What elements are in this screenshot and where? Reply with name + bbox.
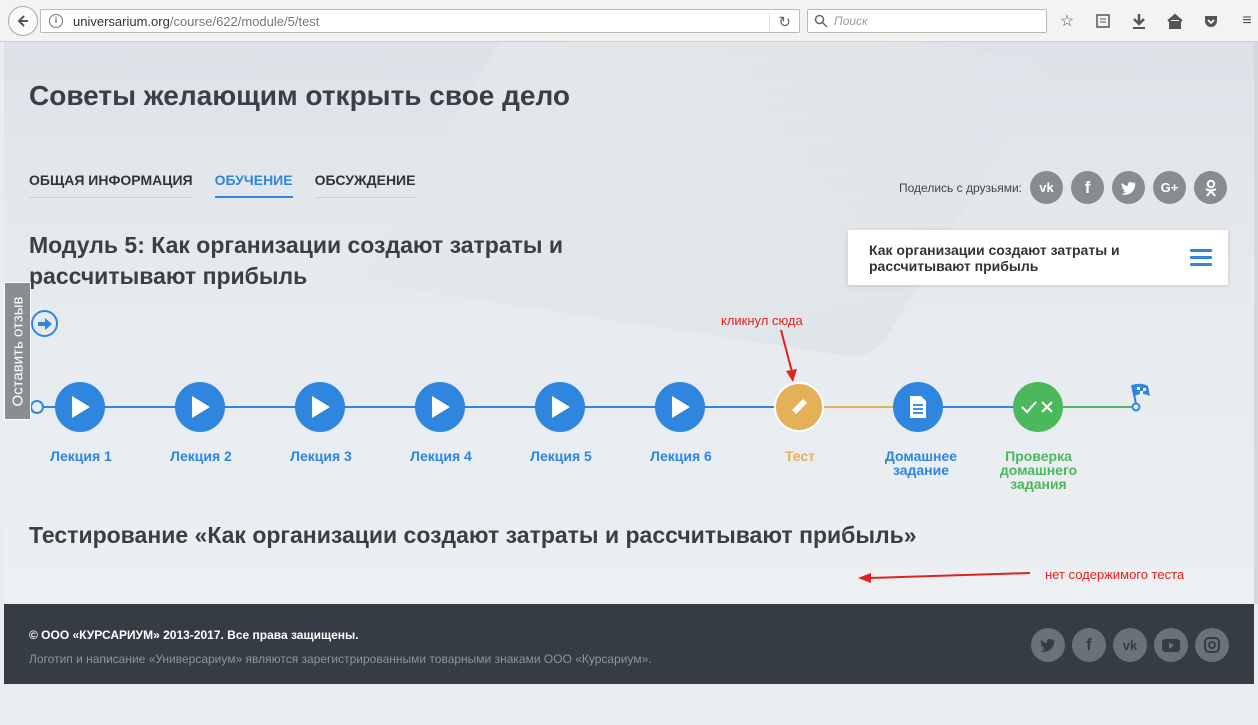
reader-list-icon[interactable] [1092, 11, 1114, 31]
pocket-icon[interactable] [1200, 11, 1222, 31]
odnoklassniki-icon[interactable] [1194, 171, 1228, 204]
footer-social-links: f vk [1031, 628, 1229, 662]
test-button[interactable] [774, 382, 824, 432]
vk-icon[interactable]: vk [1113, 628, 1147, 662]
homework-check-button[interactable] [1013, 382, 1063, 432]
info-icon[interactable]: i [49, 14, 63, 28]
lecture-5-button[interactable] [535, 382, 585, 432]
trademark-text: Логотип и написание «Универсариум» являю… [29, 652, 652, 666]
arrow-left-icon [17, 15, 28, 27]
homework-button[interactable] [893, 382, 943, 432]
address-bar[interactable]: i universarium.org/course/622/module/5/t… [40, 9, 800, 33]
timeline-start-dot [30, 400, 44, 414]
homework-label[interactable]: Домашнее задание [866, 449, 976, 477]
check-cross-icon [1021, 401, 1053, 414]
hamburger-menu-icon[interactable] [1190, 249, 1212, 270]
lecture-1-button[interactable] [55, 382, 105, 432]
module-selector[interactable]: Как организации создают затраты и рассчи… [848, 230, 1228, 285]
share-label: Поделись с друзьями: [899, 180, 1023, 195]
course-title: Советы желающим открыть свое дело [29, 80, 571, 111]
scrollbar[interactable] [1254, 42, 1258, 604]
lecture-3-label[interactable]: Лекция 3 [266, 449, 376, 463]
play-icon [672, 396, 690, 418]
homework-check-label[interactable]: Проверка домашнего задания [991, 449, 1086, 491]
course-tabs: ОБЩАЯ ИНФОРМАЦИЯ ОБУЧЕНИЕ ОБСУЖДЕНИЕ [29, 172, 416, 198]
google-plus-icon[interactable]: G+ [1153, 171, 1187, 204]
finish-flag-icon [1128, 382, 1154, 417]
lecture-6-label[interactable]: Лекция 6 [626, 449, 736, 463]
instagram-icon[interactable] [1195, 628, 1229, 662]
lecture-4-button[interactable] [415, 382, 465, 432]
twitter-icon[interactable] [1031, 628, 1065, 662]
back-button[interactable] [8, 6, 38, 36]
vk-icon[interactable]: vk [1030, 171, 1064, 204]
feedback-tab[interactable]: Оставить отзыв [4, 282, 31, 420]
url-text: universarium.org/course/622/module/5/tes… [73, 13, 320, 29]
search-icon [814, 14, 828, 28]
document-icon [910, 396, 926, 418]
lecture-1-label[interactable]: Лекция 1 [26, 449, 136, 463]
tab-general-info[interactable]: ОБЩАЯ ИНФОРМАЦИЯ [29, 172, 193, 198]
menu-icon[interactable]: ≡ [1236, 11, 1258, 31]
lecture-6-button[interactable] [655, 382, 705, 432]
annotation-clicked-here: кликнул сюда [721, 313, 803, 328]
home-icon[interactable] [1164, 11, 1186, 31]
bookmark-star-icon[interactable]: ☆ [1056, 11, 1078, 31]
tab-discussion[interactable]: ОБСУЖДЕНИЕ [314, 172, 416, 198]
feedback-label: Оставить отзыв [9, 296, 27, 406]
lecture-2-button[interactable] [175, 382, 225, 432]
lecture-2-label[interactable]: Лекция 2 [146, 449, 256, 463]
search-placeholder: Поиск [834, 14, 868, 28]
download-icon[interactable] [1128, 11, 1150, 31]
browser-toolbar: i universarium.org/course/622/module/5/t… [0, 0, 1258, 42]
lecture-4-label[interactable]: Лекция 4 [386, 449, 496, 463]
lecture-5-label[interactable]: Лекция 5 [506, 449, 616, 463]
page-bottom-area [0, 684, 1258, 725]
page-content [4, 42, 1254, 604]
play-icon [552, 396, 570, 418]
tab-learning[interactable]: ОБУЧЕНИЕ [214, 172, 293, 198]
lecture-3-button[interactable] [295, 382, 345, 432]
module-title: Модуль 5: Как организации создают затрат… [29, 232, 564, 289]
play-icon [192, 396, 210, 418]
module-selector-title: Как организации создают затраты и рассчи… [869, 242, 1120, 274]
footer: © ООО «КУРСАРИУМ» 2013-2017. Все права з… [4, 604, 1254, 684]
facebook-icon[interactable]: f [1072, 628, 1106, 662]
annotation-no-test-content: нет содержимого теста [1045, 567, 1185, 582]
play-icon [432, 396, 450, 418]
youtube-icon[interactable] [1154, 628, 1188, 662]
copyright-text: © ООО «КУРСАРИУМ» 2013-2017. Все права з… [29, 628, 359, 642]
reload-icon[interactable]: ↻ [769, 13, 791, 31]
pencil-icon [791, 399, 807, 415]
play-icon [72, 396, 90, 418]
twitter-icon[interactable] [1112, 171, 1146, 204]
facebook-icon[interactable]: f [1071, 171, 1105, 204]
test-title: Тестирование «Как организации создают за… [29, 522, 917, 548]
arrow-right-circle-icon[interactable] [31, 310, 58, 337]
test-label[interactable]: Тест [745, 449, 855, 463]
play-icon [312, 396, 330, 418]
search-input[interactable]: Поиск [807, 9, 1047, 33]
share-bar: Поделись с друзьями: vk f G+ [899, 171, 1228, 204]
